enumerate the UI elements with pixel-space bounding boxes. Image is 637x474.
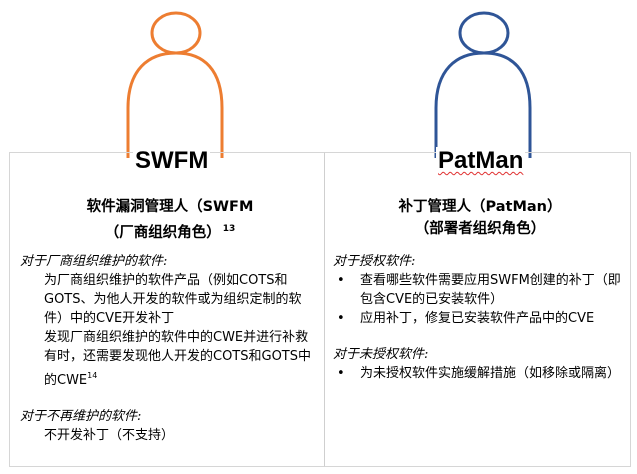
swfm-title: 软件漏洞管理人（SWFM （厂商组织角色） 13 — [40, 196, 300, 244]
patman-body: 对于授权软件: • 查看哪些软件需要应用SWFM创建的补丁（即包含CVE的已安装软… — [333, 252, 625, 383]
swfm-person-icon — [120, 8, 230, 158]
list-item: • 为未授权软件实施缓解措施（如移除或隔离） — [333, 364, 625, 383]
patman-section1-heading: 对于授权软件: — [333, 254, 416, 269]
list-item: 不开发补丁（不支持） — [44, 428, 175, 443]
list-item: • 查看哪些软件需要应用SWFM创建的补丁（即包含CVE的已安装软件） — [333, 271, 625, 309]
swfm-title-line2: （厂商组织角色） 13 — [104, 224, 236, 241]
list-item: 为厂商组织维护的软件产品（例如COTS和GOTS、为他人开发的软件或为组织定制的… — [44, 273, 302, 326]
bullet-icon: • — [337, 366, 345, 381]
swfm-title-line1: 软件漏洞管理人（SWFM — [86, 199, 254, 215]
swfm-body: 对于厂商组织维护的软件: 为厂商组织维护的软件产品（例如COTS和GOTS、为他… — [20, 252, 316, 445]
list-item: • 应用补丁，修复已安装软件产品中的CVE — [333, 309, 625, 328]
footnote-marker: 14 — [87, 371, 98, 380]
list-item: 有时，还需要发现他人开发的COTS和GOTS中的CWE14 — [44, 349, 312, 388]
swfm-section1-heading: 对于厂商组织维护的软件: — [20, 254, 168, 269]
patman-person-icon — [428, 8, 538, 158]
list-item: 发现厂商组织维护的软件中的CWE并进行补救 — [44, 330, 309, 345]
bullet-icon: • — [337, 311, 345, 326]
swfm-title-footnote: 13 — [222, 224, 236, 234]
patman-title-line1: 补丁管理人（PatMan） — [398, 199, 562, 215]
patman-title: 补丁管理人（PatMan） （部署者组织角色） — [345, 196, 615, 240]
swfm-section2-heading: 对于不再维护的软件: — [20, 409, 142, 424]
swfm-role-label: SWFM — [133, 147, 211, 175]
bullet-icon: • — [337, 273, 345, 288]
patman-section2-heading: 对于未授权软件: — [333, 347, 429, 362]
patman-title-line2: （部署者组织角色） — [414, 221, 546, 237]
patman-role-label: PatMan — [436, 147, 526, 175]
